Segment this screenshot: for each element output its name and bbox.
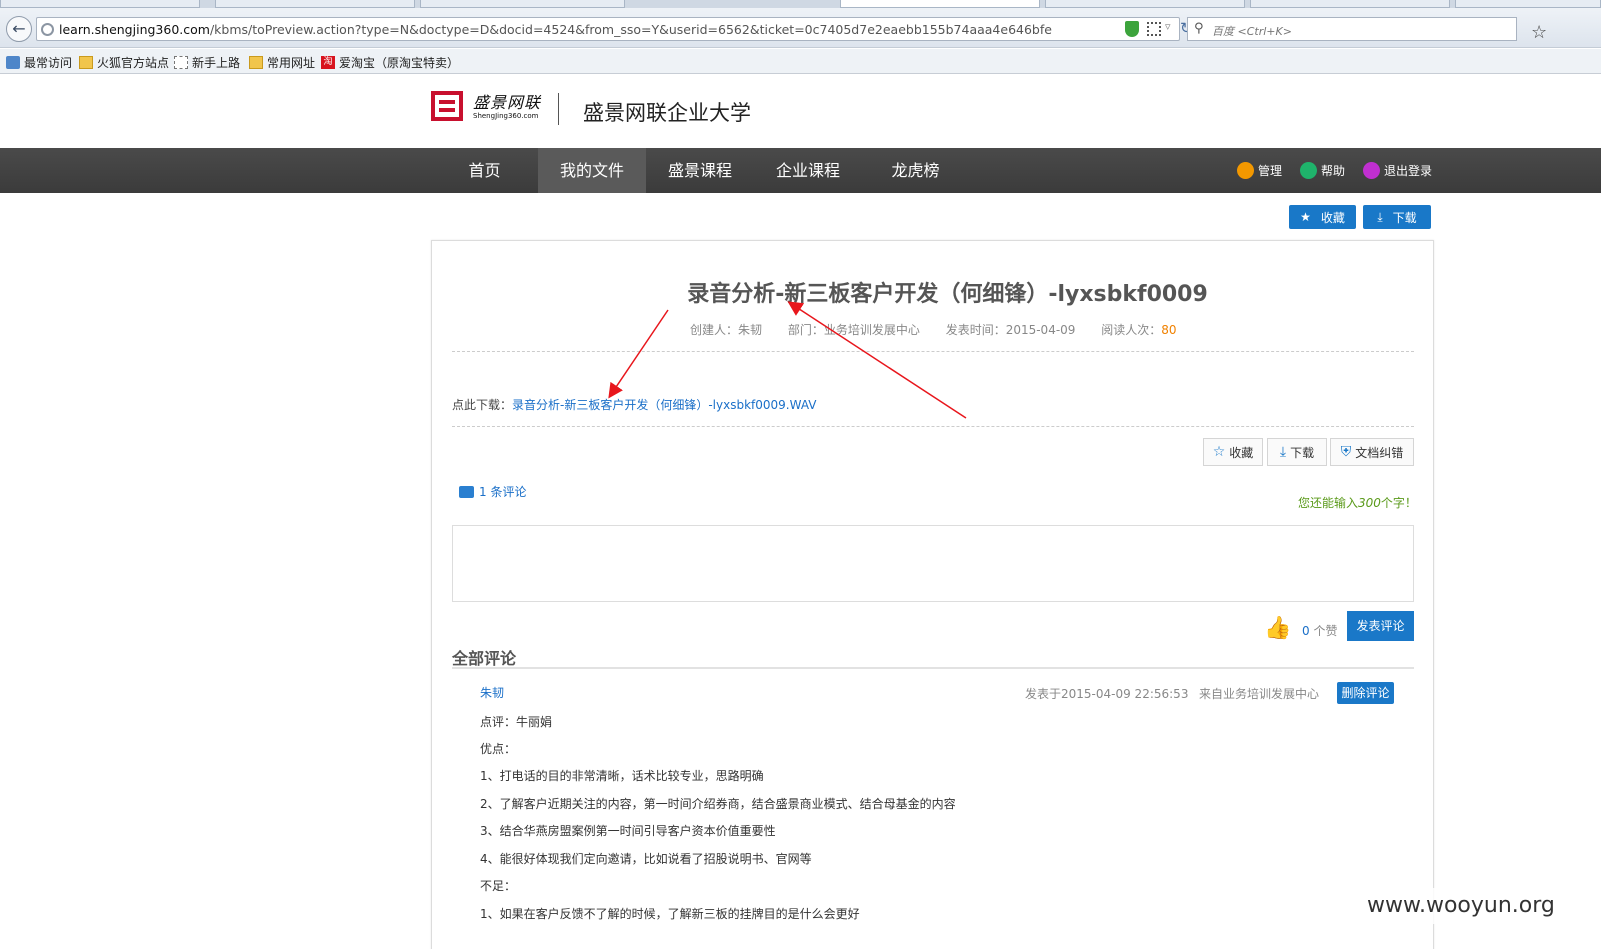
url-text[interactable]: learn.shengjing360.com/kbms/toPreview.ac… — [59, 22, 1052, 37]
creator: 创建人：朱韧 — [690, 323, 763, 337]
nav-shengjing-courses[interactable]: 盛景课程 — [646, 148, 754, 193]
logout-link[interactable]: 退出登录 — [1363, 162, 1432, 179]
folder-icon — [79, 56, 93, 69]
logo-icon[interactable] — [431, 91, 463, 121]
taobao-icon: 淘 — [321, 56, 335, 69]
manage-link[interactable]: 管理 — [1237, 162, 1282, 179]
logo-domain: ShengJing360.com — [473, 112, 539, 120]
download-icon: ⤓ — [1377, 209, 1383, 224]
nav-leaderboard[interactable]: 龙虎榜 — [862, 148, 969, 193]
gear-icon — [1237, 162, 1254, 179]
download-icon: ⤓ — [1279, 444, 1287, 460]
bookmark-most-visited[interactable]: 最常访问 — [6, 54, 72, 71]
favorite-button[interactable]: ☆ 收藏 — [1203, 438, 1263, 466]
browser-navbar: ← learn.shengjing360.com/kbms/toPreview.… — [0, 8, 1601, 48]
comment-bubble-icon — [459, 485, 474, 498]
nav-home[interactable]: 首页 — [431, 148, 538, 193]
document-meta: 创建人：朱韧 部门：业务培训发展中心 发表时间：2015-04-09 阅读人次：… — [690, 321, 1199, 338]
star-icon: ★ — [1300, 210, 1311, 224]
user-icon — [1363, 162, 1380, 179]
favorite-button-top[interactable]: ★ 收藏 — [1289, 205, 1356, 229]
folder-icon — [249, 56, 263, 69]
url-bar[interactable]: learn.shengjing360.com/kbms/toPreview.ac… — [36, 17, 1193, 41]
bookmark-firefox-site[interactable]: 火狐官方站点 — [79, 54, 169, 71]
browser-tab[interactable] — [1250, 0, 1450, 8]
bookmark-icon — [6, 56, 20, 69]
url-host: learn.shengjing360.com — [59, 22, 210, 37]
post-comment-button[interactable]: 发表评论 — [1347, 611, 1414, 641]
document-title: 录音分析-新三板客户开发（何细锋）-lyxsbkf0009 — [687, 282, 1208, 307]
bookmark-star-icon[interactable]: ☆ — [1531, 22, 1547, 43]
thumbs-up-icon[interactable]: 👍 — [1264, 616, 1291, 641]
search-placeholder: 百度 <Ctrl+K> — [1212, 25, 1292, 38]
comment-line: 2、了解客户近期关注的内容，第一时间介绍券商，结合盛景商业模式、结合母基金的内容 — [480, 797, 956, 811]
comment-line: 不足： — [480, 879, 517, 893]
browser-tab[interactable] — [420, 0, 625, 8]
comment-line: 1、如果在客户反馈不了解的时候，了解新三板的挂牌目的是什么会更好 — [480, 907, 860, 921]
help-link[interactable]: 帮助 — [1300, 162, 1345, 179]
site-title: 盛景网联企业大学 — [583, 101, 751, 125]
back-arrow-icon[interactable]: ← — [6, 16, 32, 42]
comment-dept: 来自业务培训发展中心 — [1199, 687, 1320, 701]
header-divider — [558, 93, 559, 125]
browser-search-input[interactable]: ⚲ 百度 <Ctrl+K> — [1187, 17, 1517, 41]
comment-line: 优点： — [480, 742, 517, 756]
phone-icon — [1300, 162, 1317, 179]
browser-tab[interactable] — [215, 0, 415, 8]
page-icon — [174, 56, 188, 69]
shield-icon: ⛨ — [1340, 444, 1352, 460]
bookmark-common-urls[interactable]: 常用网址 — [249, 54, 315, 71]
logo-text: 盛景网联 — [473, 93, 542, 112]
comment-line: 4、能很好体现我们定向邀请，比如说看了招股说明书、官网等 — [480, 852, 812, 866]
all-comments-title: 全部评论 — [452, 649, 517, 668]
magnifier-icon: ⚲ — [1194, 21, 1204, 36]
comment-count[interactable]: 1 条评论 — [459, 483, 526, 500]
download-file-link[interactable]: 录音分析-新三板客户开发（何细锋）-lyxsbkf0009.WAV — [512, 398, 816, 412]
read-count: 阅读人次：80 — [1101, 323, 1177, 337]
browser-tabstrip — [0, 0, 1601, 8]
comment-line: 1、打电话的目的非常清晰，话术比较专业，思路明确 — [480, 769, 764, 783]
comment-line: 3、结合华燕房盟案例第一时间引导客户资本价值重要性 — [480, 824, 776, 838]
like-count: 0 个赞 — [1302, 624, 1338, 638]
divider — [452, 351, 1414, 352]
delete-comment-button[interactable]: 删除评论 — [1337, 682, 1394, 704]
url-path: /kbms/toPreview.action?type=N&doctype=D&… — [209, 22, 1052, 37]
main-nav: 首页 我的文件 盛景课程 企业课程 龙虎榜 管理 帮助 退出登录 — [0, 148, 1601, 193]
browser-tab[interactable] — [1045, 0, 1245, 8]
bookmark-getting-started[interactable]: 新手上路 — [174, 54, 240, 71]
department: 部门：业务培训发展中心 — [787, 323, 920, 337]
divider — [452, 667, 1414, 669]
browser-tab[interactable] — [0, 0, 200, 8]
bookmarks-toolbar: 最常访问 火狐官方站点 新手上路 常用网址 淘爱淘宝（原淘宝特卖） — [0, 49, 1601, 74]
browser-tab[interactable] — [1455, 0, 1601, 8]
qr-code-icon[interactable] — [1147, 22, 1161, 36]
download-button-top[interactable]: ⤓ 下载 — [1363, 205, 1431, 229]
document-panel: 录音分析-新三板客户开发（何细锋）-lyxsbkf0009 创建人：朱韧 部门：… — [431, 240, 1434, 949]
download-button[interactable]: ⤓ 下载 — [1267, 438, 1327, 466]
comment-time: 发表于2015-04-09 22:56:53 — [1025, 687, 1189, 701]
publish-time: 发表时间：2015-04-09 — [945, 323, 1076, 337]
globe-icon — [41, 23, 54, 36]
nav-enterprise-courses[interactable]: 企业课程 — [754, 148, 862, 193]
nav-my-files[interactable]: 我的文件 — [538, 148, 646, 193]
comment-line: 点评：牛丽娟 — [480, 715, 553, 729]
download-prefix: 点此下载： — [452, 398, 513, 412]
site-header: 盛景网联 ShengJing360.com 盛景网联企业大学 — [0, 75, 1601, 148]
remaining-chars: 您还能输入300个字！ — [1298, 496, 1417, 510]
download-line: 点此下载：录音分析-新三板客户开发（何细锋）-lyxsbkf0009.WAV — [452, 396, 816, 413]
comment-textarea[interactable] — [452, 525, 1414, 602]
watermark: www.wooyun.org — [1363, 888, 1601, 924]
comment-author[interactable]: 朱韧 — [480, 684, 504, 701]
star-outline-icon: ☆ — [1212, 444, 1226, 460]
security-shield-icon[interactable] — [1125, 21, 1139, 37]
divider — [452, 426, 1414, 427]
bookmark-taobao[interactable]: 淘爱淘宝（原淘宝特卖） — [321, 54, 459, 71]
report-error-button[interactable]: ⛨ 文档纠错 — [1330, 438, 1414, 466]
dropdown-arrow-icon[interactable]: ▿ — [1165, 20, 1171, 33]
browser-tab-active[interactable] — [840, 0, 1040, 8]
